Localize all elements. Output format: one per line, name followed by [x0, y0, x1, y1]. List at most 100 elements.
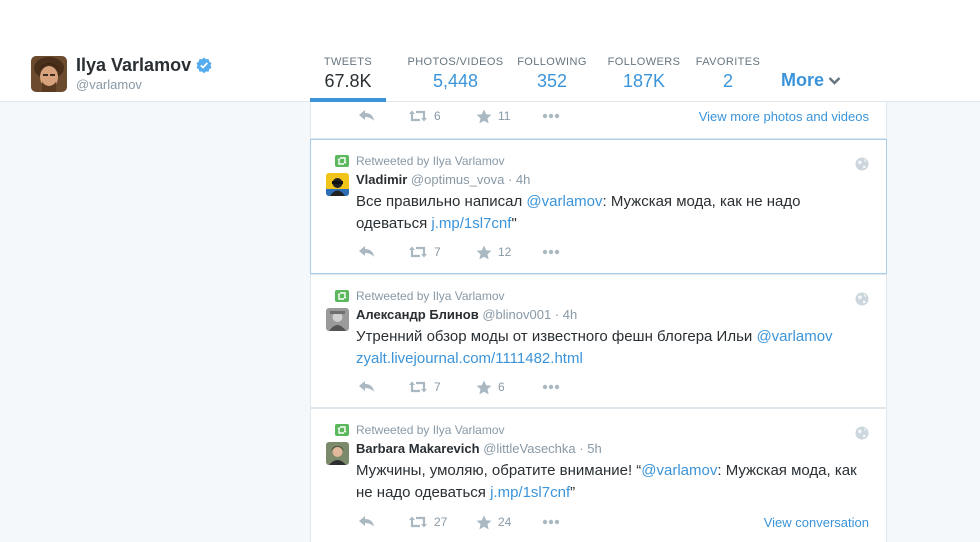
nav-tweets-label: TWEETS	[323, 56, 373, 68]
nav-more-button[interactable]: More	[781, 70, 841, 91]
nav-followers-label: FOLLOWERS	[607, 56, 681, 68]
favorite-count: 6	[498, 380, 505, 394]
reply-icon	[359, 110, 374, 121]
retweeted-by-text[interactable]: Retweeted by Ilya Varlamov	[356, 423, 505, 437]
url-link[interactable]: j.mp/1sl7cnf	[490, 484, 570, 501]
globe-icon	[855, 157, 869, 171]
url-link[interactable]: j.mp/1sl7cnf	[431, 215, 511, 232]
ellipsis-icon	[542, 384, 560, 390]
retweet-button[interactable]: 27	[408, 515, 447, 529]
tweet-text-part: ”	[570, 484, 576, 501]
ellipsis-icon	[542, 249, 560, 255]
nav-favorites-label: FAVORITES	[695, 56, 761, 68]
nav-following-label: FOLLOWING	[517, 56, 587, 68]
tweet-header: Barbara Makarevich @littleVasechka · 5h	[356, 441, 602, 456]
favorite-button[interactable]: 6	[476, 380, 505, 395]
retweet-icon	[409, 110, 427, 122]
retweeted-by-text[interactable]: Retweeted by Ilya Varlamov	[356, 154, 505, 168]
retweet-icon	[409, 516, 427, 528]
author-handle[interactable]: @blinov001	[482, 307, 551, 322]
retweet-button[interactable]: 7	[408, 245, 441, 259]
reply-icon	[359, 246, 374, 257]
tweet-item[interactable]: Retweeted by Ilya Varlamov Barbara Makar…	[310, 408, 887, 542]
tweet-text-part: Утренний обзор моды от известного фешн б…	[356, 328, 757, 345]
mention-link[interactable]: @varlamov	[641, 462, 717, 479]
tweet-text-part: Мужчины, умоляю, обратите внимание! “	[356, 462, 642, 479]
author-avatar[interactable]	[326, 173, 349, 196]
author-avatar[interactable]	[326, 442, 349, 465]
author-handle[interactable]: @littleVasechka	[483, 441, 575, 456]
ellipsis-icon	[542, 113, 560, 119]
reply-icon	[359, 381, 374, 392]
retweet-count: 27	[434, 515, 448, 529]
reply-button[interactable]	[358, 515, 376, 529]
nav-favorites[interactable]: FAVORITES 2	[693, 55, 763, 102]
nav-followers[interactable]: FOLLOWERS 187K	[604, 55, 684, 102]
tweet-time[interactable]: 5h	[587, 441, 601, 456]
separator-dot: ·	[554, 307, 560, 322]
tweet-item[interactable]: Retweeted by Ilya Varlamov Vladimir @opt…	[310, 139, 887, 274]
profile-name[interactable]: Ilya Varlamov	[76, 55, 191, 75]
nav-following[interactable]: FOLLOWING 352	[512, 55, 592, 102]
retweeted-by-line: Retweeted by Ilya Varlamov	[335, 154, 505, 168]
tweet-partial: 6 11 View more photos and videos	[310, 102, 887, 139]
star-icon	[476, 515, 492, 529]
nav-followers-value: 187K	[622, 71, 666, 91]
retweet-badge-icon	[335, 290, 349, 302]
tweet-actions: 7 6	[311, 377, 886, 397]
tweet-time[interactable]: 4h	[563, 307, 577, 322]
favorite-count: 24	[498, 515, 512, 529]
nav-photos-videos[interactable]: PHOTOS/VIDEOS 5,448	[399, 55, 512, 102]
reply-button[interactable]	[358, 380, 376, 394]
chevron-down-icon	[828, 76, 841, 85]
tweet-header: Vladimir @optimus_vova · 4h	[356, 172, 530, 187]
tweet-header: Александр Блинов @blinov001 · 4h	[356, 307, 577, 322]
retweeted-by-text[interactable]: Retweeted by Ilya Varlamov	[356, 289, 505, 303]
profile-handle[interactable]: @varlamov	[76, 77, 212, 92]
nav-tweets-value: 67.8K	[324, 71, 372, 91]
nav-photos-videos-label: PHOTOS/VIDEOS	[407, 56, 504, 68]
retweet-button[interactable]: 6	[408, 109, 441, 123]
reply-button[interactable]	[358, 109, 376, 123]
profile-avatar[interactable]	[31, 56, 67, 92]
mention-link[interactable]: @varlamov	[526, 193, 602, 210]
author-name[interactable]: Александр Блинов	[356, 307, 479, 322]
mention-link[interactable]: @varlamov	[756, 328, 832, 345]
star-icon	[476, 245, 492, 259]
favorite-button[interactable]: 11	[476, 109, 510, 124]
retweet-button[interactable]: 7	[408, 380, 441, 394]
url-link[interactable]: zyalt.livejournal.com/1111482.html	[356, 350, 583, 367]
author-name[interactable]: Barbara Makarevich	[356, 441, 480, 456]
retweet-count: 7	[434, 245, 441, 259]
verified-badge-icon	[196, 57, 212, 73]
favorite-count: 11	[498, 109, 511, 123]
nav-photos-videos-value: 5,448	[432, 71, 479, 91]
tweet-actions: 7 12	[311, 242, 886, 262]
tweet-time[interactable]: 4h	[516, 172, 530, 187]
star-icon	[476, 380, 492, 394]
nav-tweets[interactable]: TWEETS 67.8K	[310, 55, 386, 102]
globe-icon	[855, 292, 869, 306]
star-icon	[476, 109, 492, 123]
more-options-button[interactable]	[542, 113, 560, 119]
view-conversation-link[interactable]: View conversation	[764, 515, 869, 530]
tweet-item[interactable]: Retweeted by Ilya Varlamov Александр Бли…	[310, 274, 887, 408]
author-handle[interactable]: @optimus_vova	[411, 172, 504, 187]
tweet-text: Все правильно написал @varlamov: Мужская…	[356, 191, 866, 235]
tweet-text-part: Все правильно написал	[356, 193, 527, 210]
view-photos-link[interactable]: View more photos and videos	[699, 109, 869, 124]
profile-nav: TWEETS 67.8K PHOTOS/VIDEOS 5,448 FOLLOWI…	[310, 55, 841, 102]
more-options-button[interactable]	[542, 384, 560, 390]
more-options-button[interactable]	[542, 519, 560, 525]
favorite-button[interactable]: 24	[476, 515, 511, 530]
retweet-count: 7	[434, 380, 441, 394]
favorite-button[interactable]: 12	[476, 245, 511, 260]
more-options-button[interactable]	[542, 249, 560, 255]
separator-dot: ·	[507, 172, 513, 187]
nav-favorites-value: 2	[722, 71, 733, 91]
tweet-text: Мужчины, умоляю, обратите внимание! “@va…	[356, 460, 866, 504]
author-name[interactable]: Vladimir	[356, 172, 407, 187]
author-avatar[interactable]	[326, 308, 349, 331]
profile-header: Ilya Varlamov @varlamov TWEETS 67.8K PHO…	[0, 0, 980, 102]
reply-button[interactable]	[358, 245, 376, 259]
